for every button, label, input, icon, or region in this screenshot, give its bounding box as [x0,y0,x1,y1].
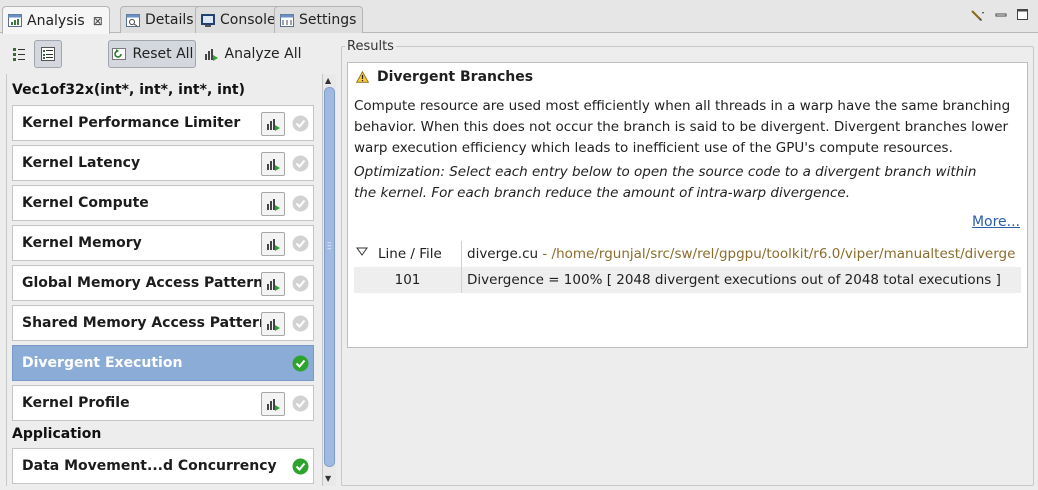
analysis-item-label: Kernel Memory [22,235,142,251]
list-icon [13,48,25,61]
result-title-text: Divergent Branches [377,69,534,85]
grip-icon: – – – [327,238,332,254]
pending-check-icon [292,315,309,332]
pending-check-icon [292,195,309,212]
analysis-item-data-movement[interactable]: Data Movement...d Concurrency [12,448,314,484]
reset-all-label: Reset All [132,46,194,62]
column-divider [461,267,462,293]
run-analysis-icon [267,279,280,291]
analyze-all-button[interactable]: Analyze All [201,40,303,68]
run-analysis-icon [267,199,280,211]
results-box: Divergent Branches Compute resource are … [347,62,1028,348]
file-name: diverge.cu [467,246,539,262]
run-analysis-button[interactable] [261,112,285,136]
analysis-icon [8,14,22,27]
run-analysis-button[interactable] [261,152,285,176]
analysis-item-kernel-profile[interactable]: Kernel Profile [12,385,314,421]
analyze-icon [204,49,218,61]
analysis-item-global-memory-access-pattern[interactable]: Global Memory Access Pattern [12,265,314,301]
analysis-panel: Reset All Analyze All Vec1of32x(int*, in… [0,34,338,486]
tab-label: Settings [299,12,357,28]
pending-check-icon [292,395,309,412]
file-path: - /home/rgunjal/src/sw/rel/gpgpu/toolkit… [538,246,1016,262]
result-description: Compute resource are used most efficient… [354,98,1011,156]
analysis-item-label: Kernel Compute [22,195,149,211]
warning-icon [356,71,369,83]
expand-triangle-icon[interactable] [356,247,368,257]
analysis-item-label: Kernel Latency [22,155,141,171]
pending-check-icon [292,275,309,292]
guided-view-button[interactable] [34,40,62,68]
run-analysis-icon [267,399,280,411]
tab-label: Analysis [27,12,85,29]
file-header: diverge.cu - /home/rgunjal/src/sw/rel/gp… [467,246,1015,262]
settings-icon [280,13,294,27]
column-divider [461,241,462,267]
pending-check-icon [292,155,309,172]
close-icon[interactable]: ⊠ [93,14,103,28]
analysis-toolbar: Reset All Analyze All [0,34,338,72]
scroll-up-icon[interactable]: ▲ [325,76,331,85]
run-analysis-icon [267,319,280,331]
analysis-list: Vec1of32x(int*, int*, int*, int) Kernel … [6,74,322,486]
console-icon [201,13,215,27]
run-analysis-button[interactable] [261,272,285,296]
analysis-item-kernel-compute[interactable]: Kernel Compute [12,185,314,221]
analysis-item-divergent-execution[interactable]: Divergent Execution [12,345,314,381]
run-analysis-button[interactable] [261,232,285,256]
kernel-title: Vec1of32x(int*, int*, int*, int) [12,82,245,98]
run-analysis-icon [267,239,280,251]
analysis-item-label: Data Movement...d Concurrency [22,458,277,474]
tab-label: Console [220,12,276,28]
tab-console[interactable]: Console [195,6,283,33]
application-title: Application [12,426,102,442]
run-analysis-button[interactable] [261,192,285,216]
scroll-down-icon[interactable]: ▼ [325,474,331,483]
pending-check-icon [292,235,309,252]
checklist-icon [41,47,55,61]
tab-label: Details [145,12,194,28]
analysis-item-label: Divergent Execution [22,355,183,371]
maximize-icon[interactable] [1016,8,1030,22]
pending-check-icon [292,115,309,132]
analysis-item-shared-memory-access-pattern[interactable]: Shared Memory Access Pattern [12,305,314,341]
reset-icon [111,48,126,60]
view-menu-icon[interactable] [970,8,986,22]
run-analysis-button[interactable] [261,392,285,416]
line-file-header[interactable]: Line / File [378,246,442,262]
minimize-icon[interactable] [994,8,1008,22]
analysis-item-kernel-memory[interactable]: Kernel Memory [12,225,314,261]
line-number: 101 [394,272,421,288]
success-check-icon [292,458,309,475]
source-table-header: Line / File diverge.cu - /home/rgunjal/s… [354,241,1021,267]
result-title: Divergent Branches [356,69,533,85]
tab-settings[interactable]: Settings [274,6,364,33]
analyze-all-label: Analyze All [224,46,302,62]
more-link[interactable]: More... [972,214,1020,230]
success-check-icon [292,355,309,372]
table-row[interactable]: 101 Divergence = 100% [ 2048 divergent e… [354,267,1021,293]
tab-details[interactable]: Details [120,6,201,33]
details-icon [126,13,140,27]
run-analysis-button[interactable] [261,312,285,336]
scrollbar-thumb[interactable] [324,87,335,467]
editor-tab-bar: Analysis ⊠ Details Console Settings [0,0,1038,34]
run-analysis-icon [267,159,280,171]
analysis-item-kernel-performance-limiter[interactable]: Kernel Performance Limiter [12,105,314,141]
analysis-item-label: Kernel Performance Limiter [22,115,241,131]
analysis-item-label: Global Memory Access Pattern [22,275,264,291]
tab-analysis[interactable]: Analysis ⊠ [2,6,110,34]
results-legend: Results [345,39,396,54]
window-controls [970,8,1030,22]
run-analysis-icon [267,119,280,131]
reset-all-button[interactable]: Reset All [108,40,196,68]
analysis-item-label: Shared Memory Access Pattern [22,315,269,331]
analysis-item-kernel-latency[interactable]: Kernel Latency [12,145,314,181]
unguided-view-button[interactable] [5,40,33,68]
analysis-item-label: Kernel Profile [22,395,130,411]
result-optimization: Optimization: Select each entry below to… [354,164,977,201]
analysis-list-scrollbar[interactable]: ▲ – – – ▼ [322,74,336,486]
divergence-value: Divergence = 100% [ 2048 divergent execu… [467,272,1001,288]
